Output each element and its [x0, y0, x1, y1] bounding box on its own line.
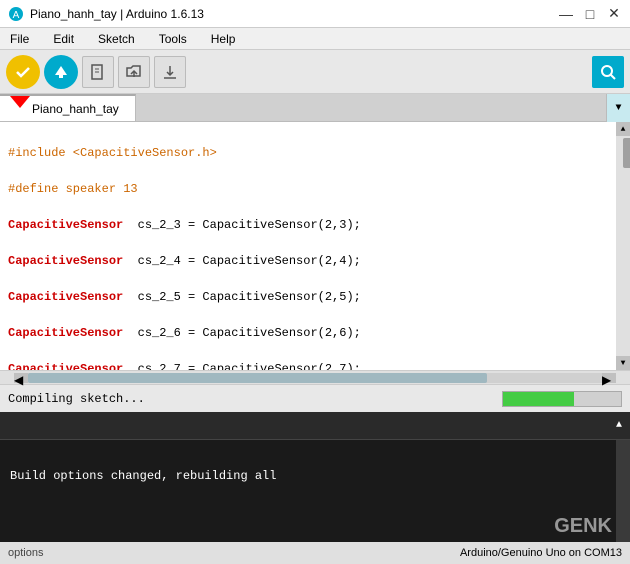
new-button[interactable]: [82, 56, 114, 88]
scroll-down-arrow[interactable]: ▼: [616, 356, 630, 370]
code-line-3: CapacitiveSensor cs_2_3 = CapacitiveSens…: [8, 216, 612, 234]
menu-tools[interactable]: Tools: [153, 30, 193, 48]
menu-file[interactable]: File: [4, 30, 35, 48]
serial-monitor-button[interactable]: [592, 56, 624, 88]
code-line-6: CapacitiveSensor cs_2_6 = CapacitiveSens…: [8, 324, 612, 342]
code-line-2: #define speaker 13: [8, 180, 612, 198]
progress-bar: [502, 391, 622, 407]
scroll-thumb[interactable]: [623, 138, 630, 168]
tab-label: Piano_hanh_tay: [32, 102, 119, 116]
output-vertical-scrollbar[interactable]: [616, 440, 630, 542]
tab-arrow-indicator: [10, 96, 30, 108]
tab-dropdown-button[interactable]: ▼: [606, 94, 630, 122]
editor-horizontal-scrollbar[interactable]: ◀ ▶: [0, 370, 630, 384]
output-header: ▲: [0, 412, 630, 440]
svg-text:A: A: [13, 10, 20, 21]
hscroll-thumb[interactable]: [28, 373, 487, 383]
menu-bar: File Edit Sketch Tools Help: [0, 28, 630, 50]
code-line-1: #include <CapacitiveSensor.h>: [8, 144, 612, 162]
save-button[interactable]: [154, 56, 186, 88]
tab-bar: Piano_hanh_tay ▼: [0, 94, 630, 122]
scroll-up-arrow[interactable]: ▲: [616, 122, 630, 136]
close-button[interactable]: ✕: [606, 6, 622, 22]
editor-vertical-scrollbar[interactable]: ▲ ▼: [616, 122, 630, 370]
menu-edit[interactable]: Edit: [47, 30, 80, 48]
maximize-button[interactable]: □: [582, 6, 598, 22]
hscroll-left-arrow[interactable]: ◀: [14, 373, 28, 383]
editor-wrapper: #include <CapacitiveSensor.h> #define sp…: [0, 122, 630, 384]
compiling-status: Compiling sketch...: [8, 392, 494, 406]
tab-piano[interactable]: Piano_hanh_tay: [0, 94, 136, 121]
options-label: options: [8, 547, 43, 559]
board-info: Arduino/Genuino Uno on COM13: [460, 547, 622, 559]
status-bar: Compiling sketch...: [0, 384, 630, 412]
output-content: Build options changed, rebuilding all: [0, 440, 630, 514]
hscroll-track: [28, 373, 602, 383]
title-bar: A Piano_hanh_tay | Arduino 1.6.13 — □ ✕: [0, 0, 630, 28]
watermark: GENK: [554, 515, 612, 538]
code-editor[interactable]: #include <CapacitiveSensor.h> #define sp…: [0, 122, 630, 370]
window-controls: — □ ✕: [558, 6, 622, 22]
bottom-status-bar: options Arduino/Genuino Uno on COM13: [0, 542, 630, 564]
window-title: Piano_hanh_tay | Arduino 1.6.13: [30, 7, 558, 21]
hscroll-right-arrow[interactable]: ▶: [602, 373, 616, 383]
app-icon: A: [8, 6, 24, 22]
code-line-5: CapacitiveSensor cs_2_5 = CapacitiveSens…: [8, 288, 612, 306]
code-line-4: CapacitiveSensor cs_2_4 = CapacitiveSens…: [8, 252, 612, 270]
toolbar: [0, 50, 630, 94]
progress-fill: [503, 392, 574, 406]
upload-button[interactable]: [44, 55, 78, 89]
minimize-button[interactable]: —: [558, 6, 574, 22]
verify-button[interactable]: [6, 55, 40, 89]
menu-sketch[interactable]: Sketch: [92, 30, 141, 48]
code-content: #include <CapacitiveSensor.h> #define sp…: [0, 122, 630, 370]
output-scroll-button[interactable]: ▲: [616, 420, 622, 431]
code-line-7: CapacitiveSensor cs_2_7 = CapacitiveSens…: [8, 360, 612, 370]
open-button[interactable]: [118, 56, 150, 88]
menu-help[interactable]: Help: [205, 30, 242, 48]
output-panel: ▲ Build options changed, rebuilding all …: [0, 412, 630, 542]
